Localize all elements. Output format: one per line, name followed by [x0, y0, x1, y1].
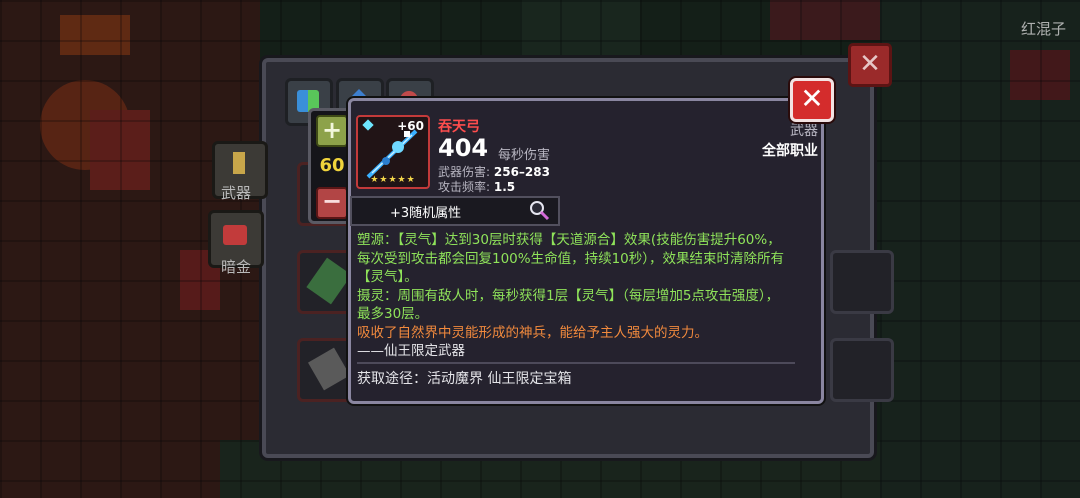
- random-attribute-row[interactable]: +3随机属性: [350, 196, 560, 226]
- lore-text: 吸收了自然界中灵能形成的神兵，能给予主人强大的灵力。: [357, 324, 708, 341]
- plus-icon: +: [321, 116, 343, 144]
- inventory-slot[interactable]: [830, 338, 894, 402]
- inventory-slot[interactable]: [830, 250, 894, 314]
- card-close-button[interactable]: ✕: [790, 78, 834, 122]
- close-icon: ✕: [859, 49, 881, 79]
- damage-label: 武器伤害:: [438, 165, 491, 179]
- effect-line: 摄灵：周围有敌人时，每秒获得1层【灵气】（每层增加5点攻击强度），最多30层。: [357, 287, 780, 323]
- rarity-stars: ★★★★★: [370, 175, 416, 185]
- sidebar-dark-gold-label: 暗金: [221, 258, 252, 276]
- sword-icon: [233, 152, 245, 174]
- damage-value: 256–283: [493, 165, 550, 179]
- chest-icon: [223, 225, 247, 245]
- item-class: 全部职业: [762, 143, 818, 159]
- watermark-text: 红混子: [1020, 20, 1066, 38]
- minus-icon: −: [321, 187, 343, 215]
- item-name: 吞天弓: [438, 119, 480, 135]
- level-decrease-button[interactable]: −: [316, 187, 348, 219]
- sidebar-weapon-label: 武器: [221, 184, 252, 202]
- attack-rate-stat: 攻击频率: 1.5: [438, 178, 515, 195]
- dps-value: 404: [438, 134, 489, 162]
- rate-label: 攻击频率:: [438, 180, 491, 194]
- magnifier-icon[interactable]: [528, 199, 550, 221]
- level-increase-button[interactable]: +: [316, 115, 348, 147]
- item-description: 塑源：【灵气】达到30层时获得【天道源合】效果(技能伤害提升60%，每次受到攻击…: [357, 231, 787, 361]
- close-icon: ✕: [800, 82, 824, 115]
- level-value: 60: [319, 155, 345, 176]
- item-type: 武器: [790, 123, 818, 139]
- effect-line: 塑源：【灵气】达到30层时获得【天道源合】效果(技能伤害提升60%，每次受到攻击…: [357, 232, 785, 285]
- acquisition-source: 获取途径：活动魔界 仙王限定宝箱: [357, 371, 572, 387]
- weapon-thumbnail-icon: [308, 347, 350, 391]
- lore-signature: ——仙王限定武器: [357, 343, 465, 359]
- dps-label: 每秒伤害: [498, 148, 551, 163]
- weapon-thumbnail-icon: [306, 257, 352, 305]
- inventory-close-button[interactable]: ✕: [848, 43, 892, 87]
- rate-value: 1.5: [493, 180, 516, 194]
- random-attribute-label: +3随机属性: [390, 206, 462, 221]
- weapon-icon: +60 ★★★★★: [356, 115, 430, 189]
- divider: [357, 362, 795, 364]
